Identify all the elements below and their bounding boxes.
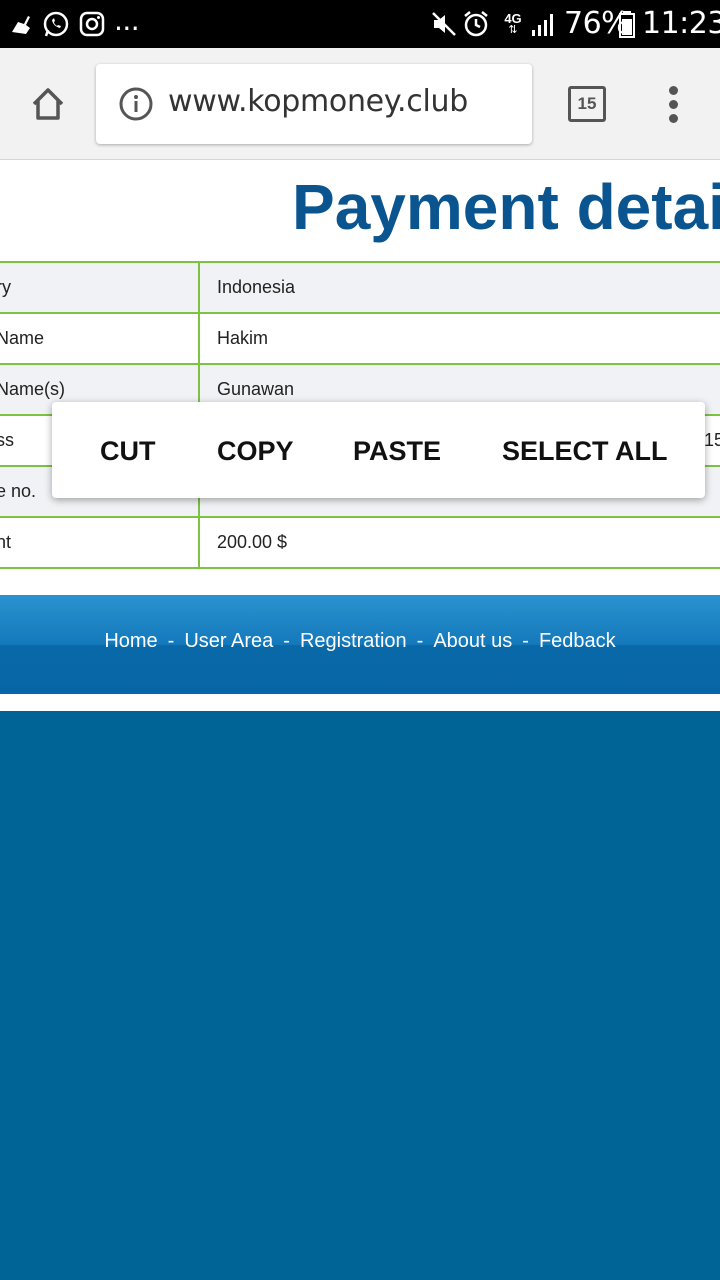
url-text[interactable]: www.kopmoney.club: [168, 84, 468, 119]
clock: 11:23: [642, 6, 720, 41]
footer-link-registration[interactable]: Registration: [300, 630, 407, 653]
whatsapp-icon: [42, 10, 70, 38]
row-value: 200.00 $: [217, 532, 288, 552]
home-button[interactable]: [24, 80, 72, 128]
table-row: Name Hakim: [0, 312, 720, 363]
home-icon: [32, 88, 64, 120]
table-row: nt 200.00 $: [0, 516, 720, 569]
instagram-icon: [79, 10, 105, 38]
more-notifications: ...: [114, 4, 140, 37]
footer-separator: -: [283, 630, 290, 652]
text-selection-menu: CUT COPY PASTE SELECT ALL: [52, 402, 705, 498]
battery-icon: [618, 10, 636, 38]
footer-link-feedback[interactable]: Fedback: [539, 630, 616, 653]
signal-icon: [530, 10, 558, 38]
row-value-overflow: 15: [704, 430, 720, 450]
copy-button[interactable]: COPY: [217, 436, 294, 467]
info-icon[interactable]: [118, 86, 154, 122]
cut-button[interactable]: CUT: [100, 436, 156, 467]
footer-link-user-area[interactable]: User Area: [184, 630, 273, 653]
cleaner-icon: [10, 10, 34, 38]
paste-button[interactable]: PASTE: [353, 436, 441, 467]
footer-link-home[interactable]: Home: [104, 630, 157, 653]
footer-link-about-us[interactable]: About us: [433, 630, 512, 653]
tab-switcher-button[interactable]: 15: [568, 86, 606, 122]
status-bar: ... 4G ⇅ 76% 11:23: [0, 0, 720, 48]
footer-separator: -: [522, 630, 529, 652]
row-value: Indonesia: [217, 277, 296, 297]
footer-separator: -: [167, 630, 175, 652]
row-label: Name: [0, 314, 200, 363]
footer-divider: [0, 694, 720, 711]
footer-separator: -: [416, 630, 424, 652]
table-row: ry Indonesia: [0, 261, 720, 312]
browser-toolbar: www.kopmoney.club 15: [0, 48, 720, 160]
address-bar[interactable]: www.kopmoney.club: [96, 64, 532, 144]
select-all-button[interactable]: SELECT ALL: [502, 436, 668, 467]
mute-icon: [430, 10, 458, 38]
footer-nav: Home - User Area - Registration - About …: [0, 630, 720, 653]
overflow-menu-button[interactable]: [660, 84, 688, 124]
footer-bottom-area: [0, 711, 720, 1280]
alarm-icon: [462, 10, 490, 38]
page-title: Payment details: [292, 171, 720, 243]
row-value: Hakim: [217, 328, 269, 348]
row-label: nt: [0, 518, 200, 567]
data-4g-icon: 4G ⇅: [504, 11, 522, 36]
row-label: ry: [0, 263, 200, 312]
